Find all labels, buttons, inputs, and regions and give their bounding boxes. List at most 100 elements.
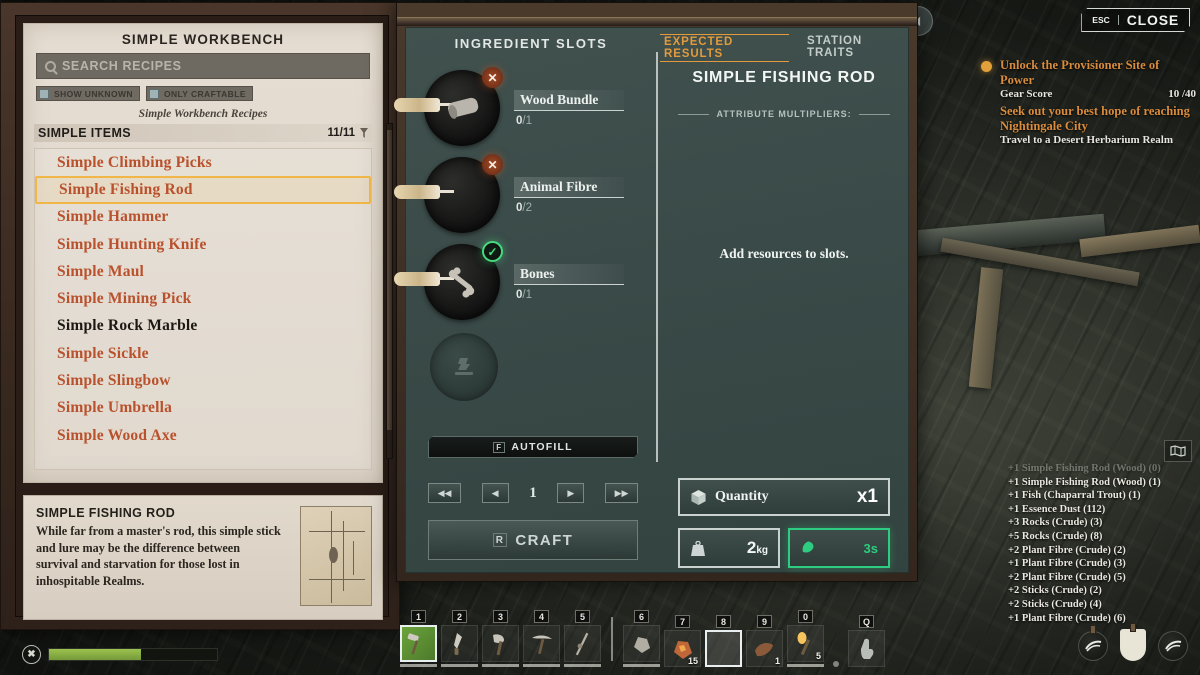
status-effects (1078, 623, 1188, 661)
slot-disc[interactable]: ✕ (394, 67, 503, 146)
list-item[interactable]: Simple Maul (35, 258, 371, 285)
slot-disc[interactable]: ✕ (394, 154, 503, 233)
weight-unit: kg (756, 545, 768, 556)
craft-button[interactable]: R CRAFT (428, 520, 638, 560)
loot-entry: +5 Rocks (Crude) (8) (1008, 530, 1103, 542)
ingredient-slot-3[interactable]: ✓ Bones 0/1 (394, 241, 624, 320)
hotbar-cell[interactable]: 5 (787, 625, 824, 662)
hotbar-slot-7[interactable]: 7 15 (664, 615, 701, 667)
window-rail (397, 17, 917, 26)
filter-show-unknown[interactable]: SHOW UNKNOWN (36, 86, 140, 101)
loot-entry: +2 Sticks (Crude) (4) (1008, 598, 1102, 610)
checkbox-icon[interactable] (148, 88, 159, 99)
tab-expected-results[interactable]: EXPECTED RESULTS (660, 34, 790, 62)
attribute-multipliers-header: ATTRIBUTE MULTIPLIERS: (678, 109, 890, 119)
tab-station-traits[interactable]: STATION TRAITS (803, 34, 908, 62)
filter-icon[interactable] (360, 128, 368, 138)
prev-button[interactable]: ◀ (481, 483, 509, 503)
quantity-stepper[interactable]: ◀◀ ◀ 1 ▶ ▶▶ (428, 483, 638, 503)
first-button[interactable]: ◀◀ (428, 483, 461, 503)
hotbar-slot-8[interactable]: 8 (705, 615, 742, 667)
anvil-icon (455, 358, 473, 375)
recipe-list-card: SIMPLE WORKBENCH SEARCH RECIPES SHOW UNK… (23, 23, 383, 483)
hotbar-slot-1[interactable]: 1 (400, 610, 437, 667)
hotbar-cell[interactable] (523, 625, 560, 662)
quest-tracker: Unlock the Provisioner Site of Power Gea… (981, 58, 1196, 146)
attribute-multipliers-label: ATTRIBUTE MULTIPLIERS: (716, 109, 852, 119)
filter-only-craftable[interactable]: ONLY CRAFTABLE (145, 86, 253, 101)
quest-progress: 10 /40 (1168, 88, 1196, 100)
weight-value: 2kg (747, 538, 768, 558)
autofill-button[interactable]: F AUTOFILL (428, 436, 638, 458)
hotbar-slot-5[interactable]: 5 (564, 610, 601, 667)
swiftness-buff-icon-2[interactable] (1158, 631, 1188, 661)
next-button[interactable]: ▶ (557, 483, 585, 503)
hotbar-cell[interactable] (623, 625, 660, 662)
map-button[interactable] (1164, 440, 1192, 462)
hotbar-slot-q[interactable]: Q (848, 615, 885, 667)
hotbar-slot-10[interactable]: 0 5 (787, 610, 824, 667)
dot-icon (833, 661, 839, 667)
scrollbar-thumb[interactable] (387, 130, 392, 430)
search-placeholder: SEARCH RECIPES (62, 59, 182, 73)
last-button[interactable]: ▶▶ (605, 483, 638, 503)
search-input[interactable]: SEARCH RECIPES (36, 53, 370, 79)
hotbar-key: 6 (634, 610, 649, 623)
stamina-bar (48, 648, 218, 661)
loot-entry: +1 Simple Fishing Rod (Wood) (1) (1008, 476, 1161, 488)
description-text: While far from a master's rod, this simp… (36, 524, 281, 588)
locked-slot-icon[interactable] (430, 333, 498, 401)
loot-entry: +2 Plant Fibre (Crude) (2) (1008, 544, 1126, 556)
ingredient-slot-1[interactable]: ✕ Wood Bundle 0/1 (394, 67, 624, 146)
list-item[interactable]: Simple Slingbow (35, 367, 371, 394)
stamina-icon: ✖ (22, 645, 41, 664)
swiftness-buff-icon[interactable] (1078, 625, 1108, 661)
hotbar-cell[interactable]: 1 (746, 630, 783, 667)
results-tabs: EXPECTED RESULTS STATION TRAITS (660, 34, 908, 62)
loot-entry: +1 Fish (Chaparral Trout) (1) (1008, 490, 1141, 502)
hotbar-cell[interactable] (482, 625, 519, 662)
hotbar-cell[interactable] (441, 625, 478, 662)
hotbar-cell[interactable] (564, 625, 601, 662)
loot-entry: +1 Plant Fibre (Crude) (3) (1008, 558, 1126, 570)
shield-buff-icon[interactable] (1120, 623, 1146, 661)
hotbar-slot-6[interactable]: 6 (623, 610, 660, 667)
hotbar-cell[interactable] (848, 630, 885, 667)
ingredient-count: 0/1 (514, 289, 624, 301)
list-item[interactable]: Simple Climbing Picks (35, 149, 371, 176)
hotbar-slot-3[interactable]: 3 (482, 610, 519, 667)
checkbox-icon[interactable] (39, 88, 49, 99)
list-item[interactable]: Simple Rock Marble (35, 313, 371, 340)
list-item[interactable]: Simple Wood Axe (35, 422, 371, 449)
ingredient-name: Bones (514, 263, 624, 285)
slot-disc[interactable]: ✓ (394, 241, 503, 320)
recipe-list[interactable]: Simple Climbing Picks Simple Fishing Rod… (34, 148, 372, 470)
hotbar-key: 0 (798, 610, 813, 623)
hotbar[interactable]: 1 2 3 4 5 6 7 15 8 9 1 0 5 Q (400, 610, 885, 667)
close-button[interactable]: ESC CLOSE (1081, 8, 1190, 32)
list-item-selected[interactable]: Simple Fishing Rod (35, 176, 371, 204)
durability-bar (623, 664, 660, 667)
list-item[interactable]: Simple Sickle (35, 340, 371, 367)
list-item[interactable]: Simple Umbrella (35, 395, 371, 422)
recipe-scrollbar[interactable] (386, 123, 393, 459)
hotbar-cell[interactable] (400, 625, 437, 662)
hotbar-slot-2[interactable]: 2 (441, 610, 478, 667)
craft-key: R (492, 533, 508, 547)
hotbar-key: Q (859, 615, 874, 628)
leaf-icon (802, 541, 814, 553)
ingredient-slot-4-locked[interactable] (430, 333, 498, 401)
list-item[interactable]: Simple Hammer (35, 204, 371, 231)
category-header[interactable]: SIMPLE ITEMS 11/11 (34, 124, 372, 142)
list-item[interactable]: Simple Hunting Knife (35, 231, 371, 258)
durability-bar (400, 664, 437, 667)
ingredient-slot-2[interactable]: ✕ Animal Fibre 0/2 (394, 154, 624, 233)
list-item[interactable]: Simple Mining Pick (35, 285, 371, 312)
hotbar-cell[interactable]: 15 (664, 630, 701, 667)
hotbar-slot-9[interactable]: 9 1 (746, 615, 783, 667)
torch-icon (792, 630, 819, 657)
quantity-box[interactable]: Quantity x1 (678, 478, 890, 516)
hotbar-cell-selected[interactable] (705, 630, 742, 667)
hotbar-key: 5 (575, 610, 590, 623)
hotbar-slot-4[interactable]: 4 (523, 610, 560, 667)
